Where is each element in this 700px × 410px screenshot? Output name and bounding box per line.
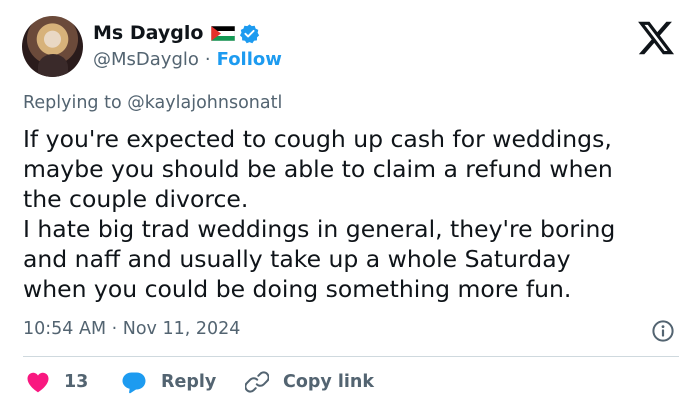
author-handle-row: @MsDayglo · Follow	[93, 47, 282, 71]
tweet-timestamp[interactable]: 10:54 AM · Nov 11, 2024	[23, 319, 240, 339]
reply-label: Reply	[161, 372, 217, 392]
author-handle[interactable]: @MsDayglo	[93, 49, 199, 70]
info-icon[interactable]	[651, 319, 675, 343]
link-icon	[245, 371, 269, 393]
tweet-text-line: and naff and usually take up a whole Sat…	[23, 245, 571, 273]
follow-button[interactable]: Follow	[217, 49, 282, 70]
like-count: 13	[64, 372, 89, 392]
replying-to: Replying to @kaylajohnsonatl	[23, 93, 283, 113]
tweet-text-line: If you're expected to cough up cash for …	[23, 125, 612, 153]
tweet-text-line: I hate big trad weddings in general, the…	[23, 215, 616, 243]
palestine-flag-icon	[211, 25, 236, 41]
reply-bubble-icon	[122, 372, 146, 394]
divider	[23, 356, 679, 357]
like-button[interactable]: 13	[26, 368, 88, 396]
heart-icon	[27, 372, 49, 393]
copy-link-label: Copy link	[283, 372, 374, 392]
copy-link-button[interactable]: Copy link	[245, 368, 374, 396]
tweet-text-line: the couple divorce.	[23, 185, 249, 213]
author-name[interactable]: Ms Dayglo	[93, 22, 203, 44]
tweet-text: If you're expected to cough up cash for …	[23, 124, 688, 304]
avatar[interactable]	[22, 16, 83, 77]
tweet-text-line: maybe you should be able to claim a refu…	[23, 155, 613, 183]
separator-dot: ·	[204, 48, 211, 70]
x-logo-icon[interactable]	[636, 18, 676, 58]
verified-badge-icon	[240, 23, 260, 43]
reply-button[interactable]: Reply	[121, 368, 216, 396]
tweet-text-line: when you could be doing something more f…	[23, 275, 572, 303]
author-name-row: Ms Dayglo	[93, 19, 260, 47]
